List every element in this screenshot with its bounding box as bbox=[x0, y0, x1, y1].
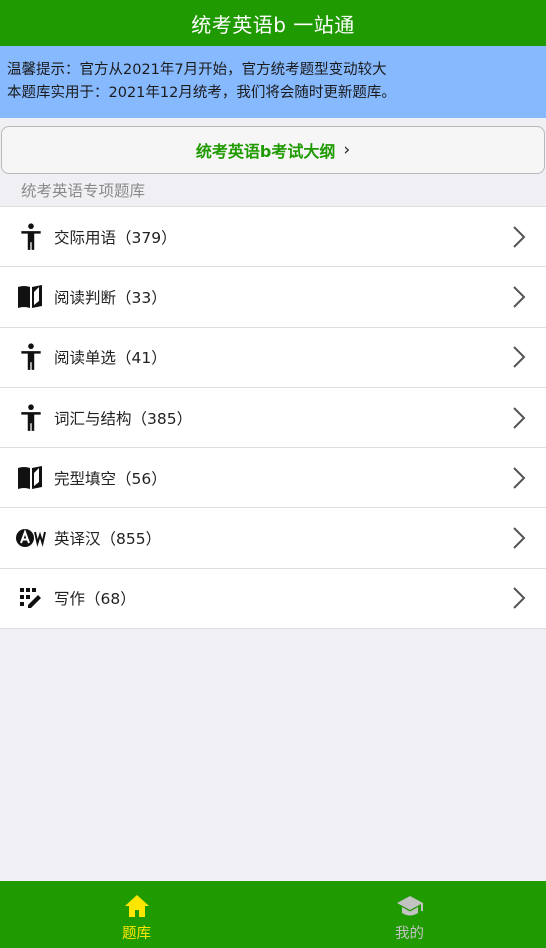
app-root: 统考英语b 一站通 温馨提示：官方从2021年7月开始，官方统考题型变动较大 本… bbox=[0, 0, 546, 948]
edit-grid-icon bbox=[16, 583, 46, 613]
tab-label: 题库 bbox=[122, 926, 151, 942]
question-bank-list: 交际用语（379） 阅读判断（33） 阅读单选（41） 词汇与结构（385） 完… bbox=[0, 206, 546, 630]
app-header: 统考英语b 一站通 bbox=[0, 0, 546, 46]
exam-outline-label: 统考英语b考试大纲 bbox=[195, 142, 336, 161]
chevron-right-icon bbox=[513, 406, 526, 429]
exam-outline-button[interactable]: 统考英语b考试大纲 › bbox=[1, 126, 545, 174]
list-item-label: 阅读判断（33） bbox=[54, 288, 167, 307]
list-item-label: 完型填空（56） bbox=[54, 469, 167, 488]
accessibility-icon bbox=[16, 403, 46, 433]
list-item-communication[interactable]: 交际用语（379） bbox=[0, 207, 546, 268]
tab-mine[interactable]: 我的 bbox=[273, 881, 546, 948]
list-item-label: 阅读单选（41） bbox=[54, 349, 167, 368]
accessibility-icon bbox=[16, 342, 46, 372]
graduation-cap-icon bbox=[396, 896, 423, 916]
home-icon bbox=[124, 895, 149, 917]
list-item-writing[interactable]: 写作（68） bbox=[0, 568, 546, 630]
chevron-right-icon bbox=[513, 587, 526, 610]
list-item-label: 词汇与结构（385） bbox=[54, 409, 193, 428]
list-item-label: 交际用语（379） bbox=[54, 228, 177, 247]
notice-banner: 温馨提示：官方从2021年7月开始，官方统考题型变动较大 本题库实用于：2021… bbox=[0, 46, 546, 118]
chevron-right-icon bbox=[513, 286, 526, 308]
list-item-translation[interactable]: 英译汉（855） bbox=[0, 508, 546, 569]
accessibility-icon bbox=[16, 222, 46, 252]
book-icon bbox=[16, 463, 46, 493]
list-item-vocabulary[interactable]: 词汇与结构（385） bbox=[0, 387, 546, 449]
list-item-label: 英译汉（855） bbox=[54, 530, 162, 549]
translate-icon bbox=[16, 523, 46, 553]
chevron-right-icon bbox=[513, 225, 526, 248]
bottom-tab-bar: 题库 我的 bbox=[0, 881, 546, 948]
list-item-reading-judgment[interactable]: 阅读判断（33） bbox=[0, 267, 546, 328]
list-item-label: 写作（68） bbox=[54, 590, 136, 609]
chevron-right-icon: › bbox=[343, 140, 351, 160]
section-label: 统考英语专项题库 bbox=[21, 182, 146, 200]
list-item-cloze[interactable]: 完型填空（56） bbox=[0, 448, 546, 509]
tab-label: 我的 bbox=[395, 926, 424, 942]
chevron-right-icon bbox=[513, 527, 526, 549]
list-item-reading-choice[interactable]: 阅读单选（41） bbox=[0, 327, 546, 388]
tab-question-bank[interactable]: 题库 bbox=[0, 881, 273, 948]
notice-line-1: 温馨提示：官方从2021年7月开始，官方统考题型变动较大 bbox=[7, 62, 387, 78]
page-title: 统考英语b 一站通 bbox=[191, 12, 355, 37]
chevron-right-icon bbox=[513, 467, 526, 489]
chevron-right-icon bbox=[513, 346, 526, 368]
notice-line-2: 本题库实用于：2021年12月统考，我们将会随时更新题库。 bbox=[7, 85, 396, 101]
book-icon bbox=[16, 282, 46, 312]
